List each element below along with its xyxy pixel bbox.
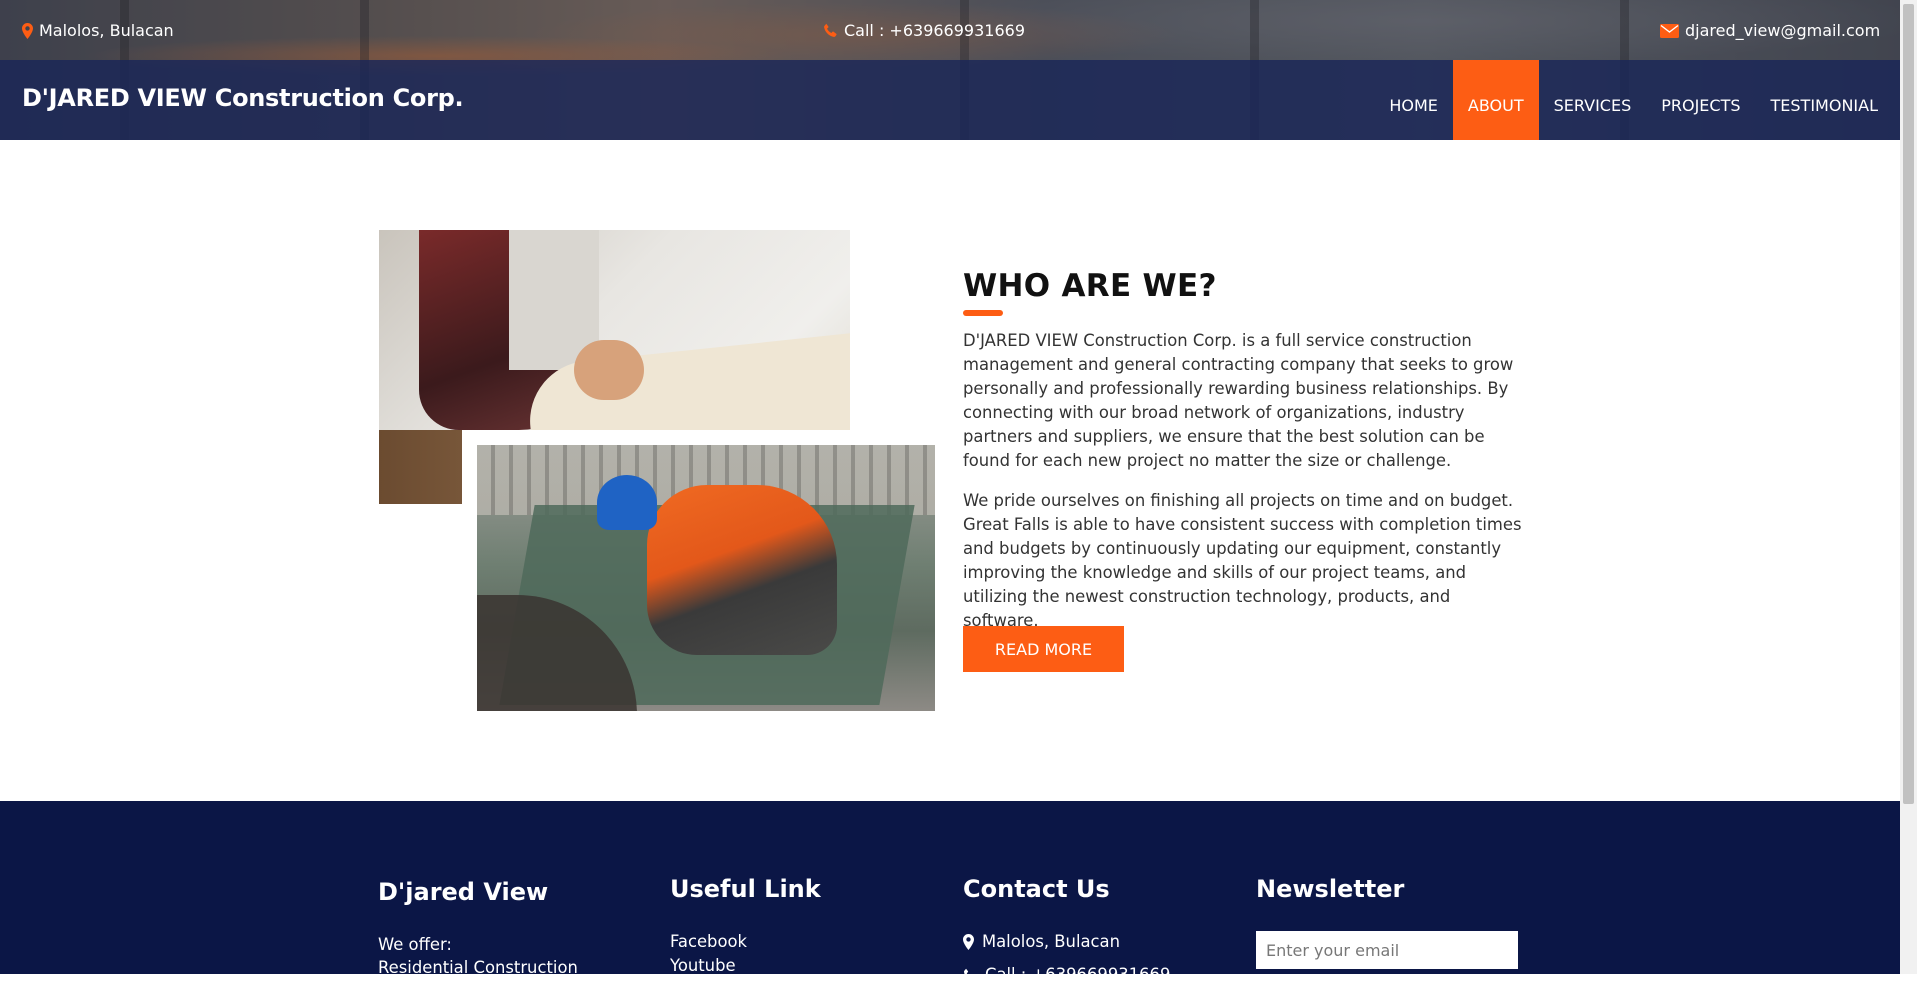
nav-item-about[interactable]: ABOUT: [1452, 60, 1539, 140]
image-detail: [647, 485, 837, 655]
topbar-phone-text: Call : +639669931669: [844, 21, 1025, 40]
brand-logo-text[interactable]: D'JARED VIEW Construction Corp.: [22, 84, 464, 112]
topbar-email-text: djared_view@gmail.com: [1685, 21, 1881, 40]
footer-contact-location-text: Malolos, Bulacan: [982, 932, 1120, 951]
about-image-worker: [477, 445, 935, 711]
image-detail: [574, 340, 644, 400]
topbar-location-text: Malolos, Bulacan: [39, 21, 174, 40]
nav-item-projects[interactable]: PROJECTS: [1646, 60, 1755, 140]
phone-icon: [963, 968, 977, 982]
footer-contact-phone-text: Call : +639669931669: [985, 965, 1171, 984]
topbar-location: Malolos, Bulacan: [22, 21, 174, 40]
map-marker-icon: [22, 22, 33, 39]
footer-newsletter-title: Newsletter: [1256, 875, 1405, 903]
phone-icon: [823, 23, 838, 38]
footer: D'jared View We offer: Residential Const…: [0, 801, 1900, 984]
nav-item-services[interactable]: SERVICES: [1539, 60, 1647, 140]
footer-link-facebook[interactable]: Facebook: [670, 932, 747, 951]
nav-item-testimonial[interactable]: TESTIMONIAL: [1756, 60, 1900, 140]
topbar-phone[interactable]: Call : +639669931669: [823, 21, 1025, 40]
footer-offer-label: We offer:: [378, 935, 452, 954]
footer-contact-location: Malolos, Bulacan: [963, 932, 1120, 951]
topbar-email[interactable]: djared_view@gmail.com: [1660, 21, 1880, 40]
footer-offer-item: Residential Construction: [378, 958, 578, 977]
scrollbar-thumb[interactable]: [1903, 4, 1914, 804]
nav-item-home[interactable]: HOME: [1374, 60, 1453, 140]
envelope-icon: [1660, 23, 1679, 38]
page-scrollbar[interactable]: [1900, 0, 1917, 974]
header-background: Malolos, Bulacan Call : +639669931669 dj…: [0, 0, 1900, 140]
main-navbar: D'JARED VIEW Construction Corp. HOME ABO…: [0, 60, 1900, 140]
title-underline: [963, 310, 1003, 316]
about-paragraph-2: We pride ourselves on finishing all proj…: [963, 491, 1522, 630]
footer-links-title: Useful Link: [670, 875, 821, 903]
read-more-button[interactable]: READ MORE: [963, 626, 1124, 672]
nav-menu: HOME ABOUT SERVICES PROJECTS TESTIMONIAL: [1374, 60, 1900, 140]
footer-contact-title: Contact Us: [963, 875, 1110, 903]
image-detail: [597, 475, 657, 530]
about-title: WHO ARE WE?: [963, 268, 1217, 304]
footer-link-youtube[interactable]: Youtube: [670, 956, 736, 975]
map-marker-icon: [963, 933, 974, 950]
footer-contact-phone: Call : +639669931669: [963, 965, 1170, 984]
newsletter-email-input[interactable]: [1256, 931, 1518, 969]
top-info-bar: Malolos, Bulacan Call : +639669931669 dj…: [0, 0, 1900, 60]
about-paragraph-1: D'JARED VIEW Construction Corp. is a ful…: [963, 331, 1514, 470]
footer-brand-title: D'jared View: [378, 878, 549, 906]
